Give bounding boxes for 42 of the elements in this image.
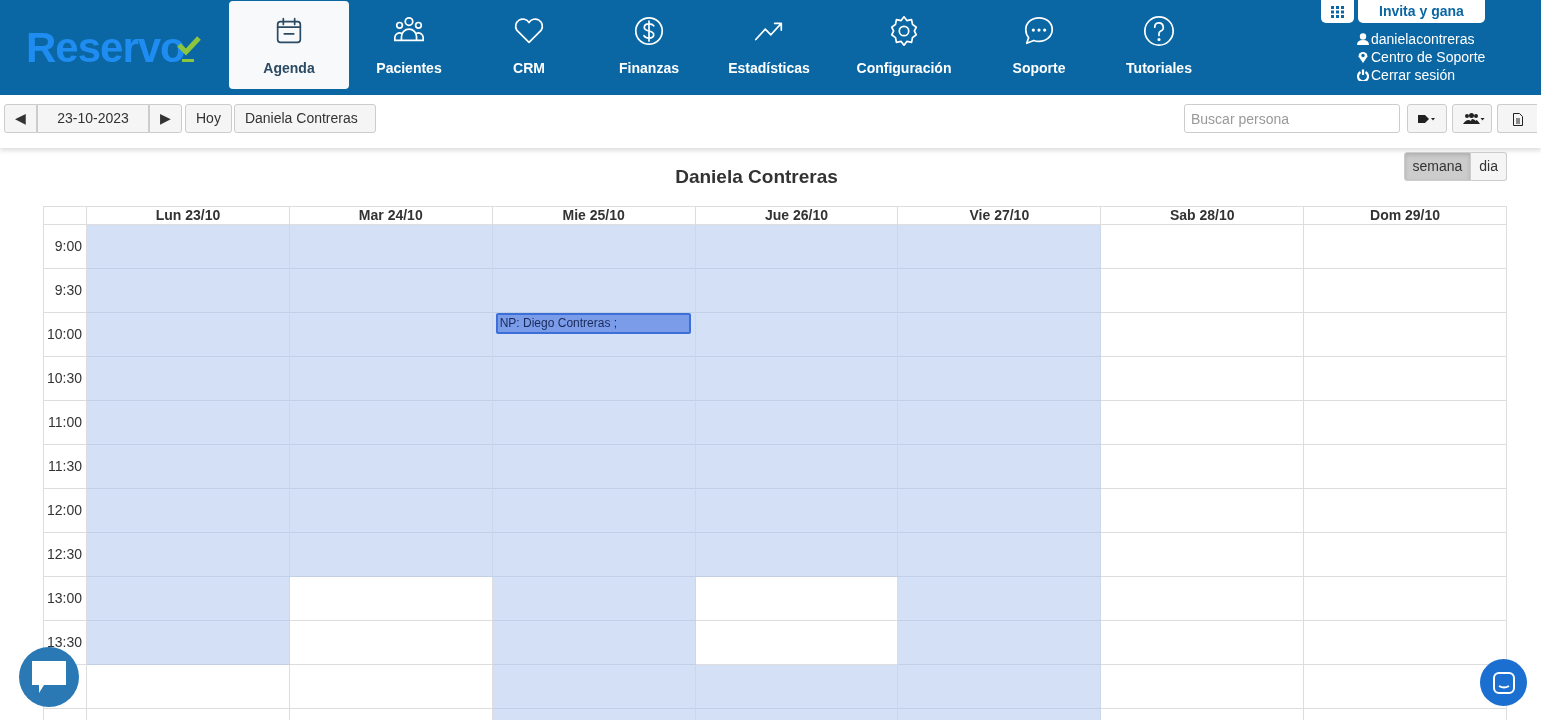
nav-tab[interactable]: Pacientes [349, 1, 469, 89]
today-button[interactable]: Hoy [185, 104, 232, 133]
nav-tab[interactable]: CRM [469, 1, 589, 89]
nav-tab[interactable]: Soporte [979, 1, 1099, 89]
view-toggle[interactable]: dia [1471, 152, 1507, 181]
day-header: Sab 28/10 [1101, 207, 1305, 225]
nav-tab[interactable]: Tutoriales [1099, 1, 1219, 89]
account-link[interactable]: Centro de Soporte [1357, 48, 1486, 66]
document-icon [1512, 112, 1523, 126]
search-field[interactable]: Buscar persona [1184, 104, 1400, 133]
grid-icon [1331, 5, 1344, 18]
date-button[interactable]: 23-10-2023 [37, 104, 149, 133]
document-button[interactable] [1497, 104, 1537, 133]
speech-bubble-icon [30, 659, 68, 695]
user-icon [1357, 33, 1369, 45]
message-icon [1492, 671, 1515, 694]
calendar-title: Daniela Contreras [674, 164, 838, 189]
logo: Reservo [26, 26, 185, 69]
day-header: Dom 29/10 [1304, 207, 1507, 225]
people-icon [1463, 113, 1485, 126]
appointment[interactable]: NP: Diego Contreras ; [495, 313, 691, 334]
nav-tab[interactable]: Configuración [829, 1, 979, 89]
nav-tab[interactable]: Estadísticas [709, 1, 829, 89]
apps-button[interactable] [1321, 0, 1354, 23]
account-link[interactable]: danielacontreras [1357, 30, 1486, 48]
previous-button[interactable]: ◀ [4, 104, 37, 133]
location-pin-icon [1357, 51, 1369, 63]
nav-tab[interactable]: Agenda [229, 1, 349, 89]
view-toggle[interactable]: semana [1403, 152, 1472, 181]
chat-button[interactable] [19, 647, 79, 707]
next-button[interactable]: ▶ [149, 104, 182, 133]
help-icon [1142, 14, 1176, 48]
people-dropdown-button[interactable] [1452, 104, 1492, 133]
messenger-button[interactable] [1480, 659, 1527, 706]
invite-button[interactable]: Invita y gana [1358, 0, 1485, 23]
nav-tab[interactable]: Finanzas [589, 1, 709, 89]
tag-icon [1418, 114, 1436, 125]
dollar-icon [632, 14, 666, 48]
power-icon [1357, 69, 1369, 81]
professional-button[interactable]: Daniela Contreras [233, 104, 376, 133]
tag-dropdown-button[interactable] [1407, 104, 1447, 133]
account-link[interactable]: Cerrar sesión [1357, 66, 1486, 84]
